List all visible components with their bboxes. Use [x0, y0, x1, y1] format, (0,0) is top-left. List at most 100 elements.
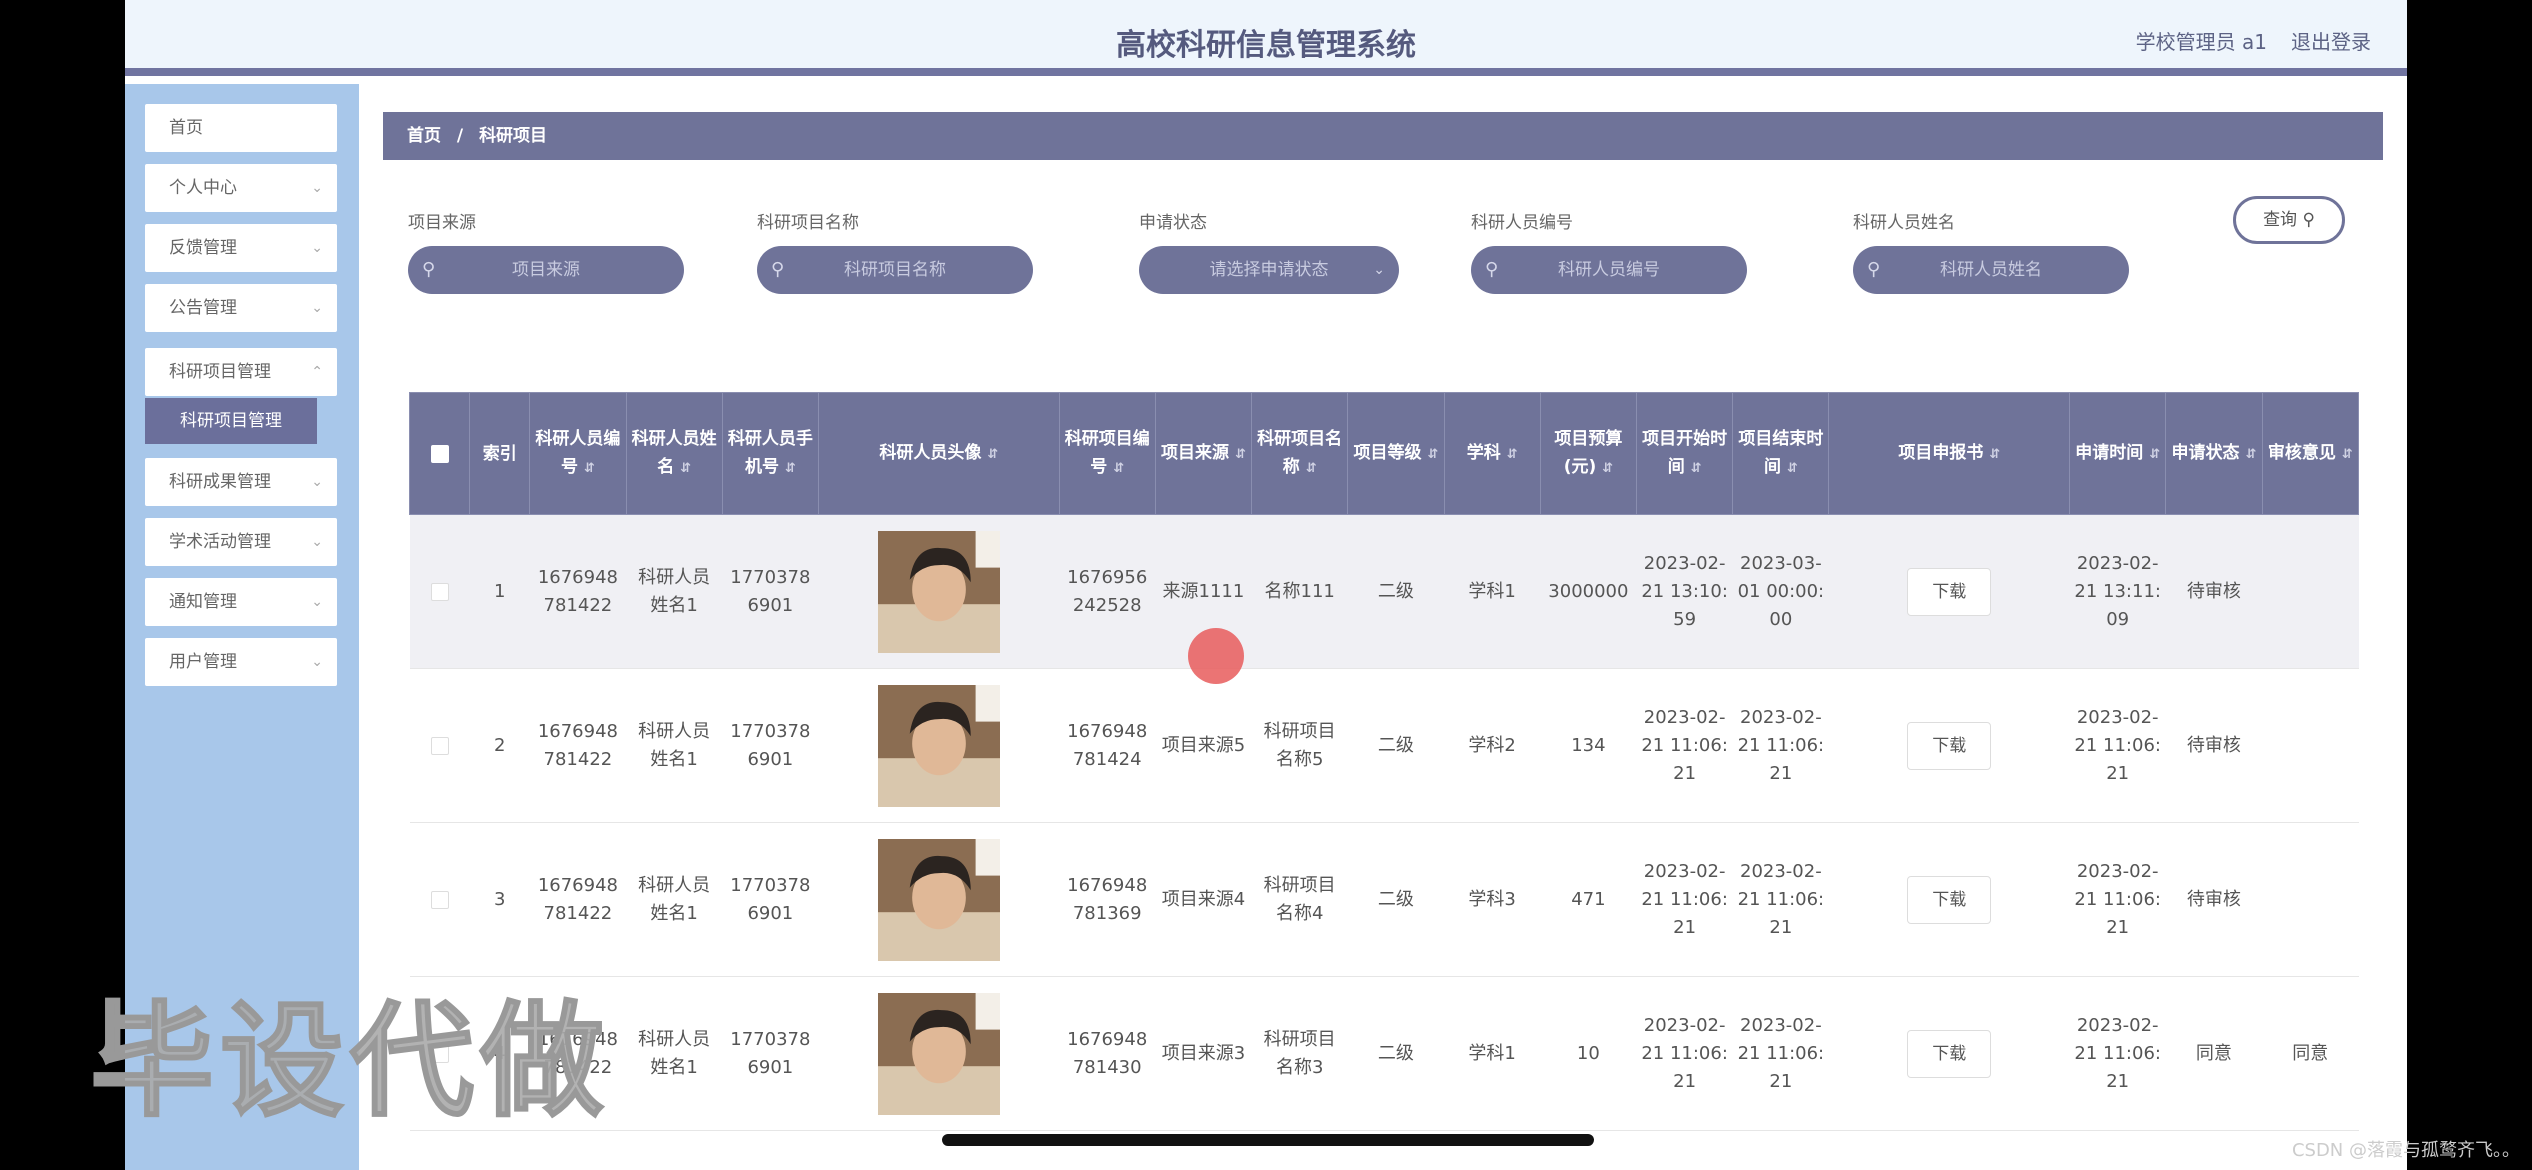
breadcrumb-current: 科研项目 [479, 126, 548, 146]
sidebar-item-users[interactable]: 用户管理 ⌄ [145, 638, 337, 686]
row-select-cell[interactable] [409, 514, 470, 669]
download-button[interactable]: 下载 [1907, 567, 1992, 616]
column-header[interactable]: 申请状态 ⇵ [2165, 392, 2263, 515]
sidebar-item-notifications[interactable]: 通知管理 ⌄ [145, 578, 337, 626]
breadcrumb: 首页 / 科研项目 [383, 112, 2383, 160]
column-header[interactable]: 项目来源 ⇵ [1154, 392, 1253, 515]
status-select[interactable]: 请选择申请状态 ⌄ [1139, 246, 1399, 294]
cell-proj-no: 1676948781369 [1059, 822, 1156, 977]
cell-proj-no: 1676956242528 [1059, 514, 1156, 669]
cell-phone: 17703786901 [722, 976, 819, 1131]
table-row[interactable]: 1 1676948781422 科研人员姓名1 17703786901 16769562… [409, 514, 2359, 669]
avatar-cell [818, 668, 1060, 823]
search-icon: ⚲ [422, 259, 436, 280]
sort-icon[interactable]: ⇵ [1507, 447, 1518, 462]
column-header[interactable]: 科研项目编号 ⇵ [1058, 392, 1156, 515]
sidebar-item-activities[interactable]: 学术活动管理 ⌄ [145, 518, 337, 566]
table-row[interactable]: 4 1676948781422 科研人员姓名1 17703786901 16769487… [409, 976, 2359, 1131]
status-label: 申请状态 [1139, 213, 1207, 233]
staff-no-input[interactable]: ⚲ 科研人员编号 [1471, 246, 1747, 294]
table-row[interactable]: 2 1676948781422 科研人员姓名1 17703786901 16769487… [409, 668, 2359, 823]
header-label: 项目等级 [1353, 442, 1422, 463]
sort-icon[interactable]: ⇵ [1306, 461, 1317, 476]
column-header[interactable]: 学科 ⇵ [1443, 392, 1541, 515]
sort-icon[interactable]: ⇵ [584, 461, 595, 476]
column-header: 索引 [469, 392, 531, 515]
sidebar-item-notice[interactable]: 公告管理 ⌄ [145, 284, 337, 332]
sidebar-item-personal[interactable]: 个人中心 ⌄ [145, 164, 337, 212]
row-checkbox[interactable] [430, 582, 449, 601]
sort-icon[interactable]: ⇵ [1787, 461, 1798, 476]
column-header[interactable]: 科研人员头像 ⇵ [817, 392, 1060, 515]
chevron-up-icon: ⌃ [311, 364, 323, 380]
sidebar-item-label: 反馈管理 [169, 238, 237, 258]
sort-icon[interactable]: ⇵ [1602, 461, 1613, 476]
download-button[interactable]: 下载 [1907, 721, 1992, 770]
column-header[interactable]: 科研人员姓名 ⇵ [625, 392, 723, 515]
column-header[interactable]: 项目开始时间 ⇵ [1635, 392, 1734, 515]
select-all-cell[interactable] [408, 392, 471, 515]
sidebar-item-label: 首页 [169, 118, 203, 138]
sort-icon[interactable]: ⇵ [785, 461, 796, 476]
source-input[interactable]: ⚲ 项目来源 [408, 246, 684, 294]
sort-icon[interactable]: ⇵ [2245, 447, 2256, 462]
select-all-checkbox[interactable] [430, 444, 449, 463]
cell-end: 2023-02-21 11:06:21 [1732, 976, 1829, 1131]
project-name-placeholder: 科研项目名称 [844, 260, 946, 280]
cell-source: 项目来源3 [1155, 976, 1252, 1131]
column-header[interactable]: 项目结束时间 ⇵ [1732, 392, 1830, 515]
header-label: 科研人员头像 [879, 442, 982, 463]
column-header[interactable]: 科研人员手机号 ⇵ [721, 392, 819, 515]
sidebar-item-feedback[interactable]: 反馈管理 ⌄ [145, 224, 337, 272]
cell-opinion [2262, 822, 2359, 977]
download-cell: 下载 [1828, 668, 2070, 823]
table-row[interactable]: 3 1676948781422 科研人员姓名1 17703786901 16769487… [409, 822, 2359, 977]
header-label: 科研人员编号 [535, 428, 621, 477]
download-button[interactable]: 下载 [1907, 875, 1992, 924]
column-header[interactable]: 项目申报书 ⇵ [1828, 392, 2071, 515]
sidebar-item-achievements[interactable]: 科研成果管理 ⌄ [145, 458, 337, 506]
column-header[interactable]: 科研人员编号 ⇵ [529, 392, 627, 515]
column-header[interactable]: 申请时间 ⇵ [2069, 392, 2167, 515]
sort-icon[interactable]: ⇵ [1427, 447, 1438, 462]
sort-icon[interactable]: ⇵ [1113, 461, 1124, 476]
cell-phone: 17703786901 [722, 668, 819, 823]
submenu-item-projects[interactable]: 科研项目管理 [145, 398, 317, 444]
row-checkbox[interactable] [430, 890, 449, 909]
logout-link[interactable]: 退出登录 [2291, 26, 2371, 55]
sort-icon[interactable]: ⇵ [1691, 461, 1702, 476]
project-name-input[interactable]: ⚲ 科研项目名称 [757, 246, 1033, 294]
cell-staff-name: 科研人员姓名1 [626, 514, 723, 669]
cell-level: 二级 [1347, 976, 1445, 1131]
cell-level: 二级 [1347, 514, 1445, 669]
cell-end: 2023-02-21 11:06:21 [1732, 668, 1829, 823]
breadcrumb-home[interactable]: 首页 [407, 126, 441, 146]
row-checkbox[interactable] [430, 736, 449, 755]
sort-icon[interactable]: ⇵ [1989, 447, 2000, 462]
download-button[interactable]: 下载 [1907, 1029, 1992, 1078]
sort-icon[interactable]: ⇵ [680, 461, 691, 476]
header-label: 项目开始时间 [1642, 428, 1728, 477]
download-cell: 下载 [1828, 514, 2070, 669]
sort-icon[interactable]: ⇵ [2342, 447, 2353, 462]
row-select-cell[interactable] [409, 668, 470, 823]
staff-name-input[interactable]: ⚲ 科研人员姓名 [1853, 246, 2129, 294]
sort-icon[interactable]: ⇵ [1235, 447, 1246, 462]
sidebar-item-projects[interactable]: 科研项目管理 ⌃ [145, 348, 337, 396]
column-header[interactable]: 审核意见 ⇵ [2261, 392, 2360, 515]
chevron-down-icon: ⌄ [311, 534, 323, 550]
sidebar-item-label: 用户管理 [169, 652, 237, 672]
query-button[interactable]: 查询 ⚲ [2233, 196, 2345, 244]
cell-start: 2023-02-21 11:06:21 [1636, 976, 1733, 1131]
sort-icon[interactable]: ⇵ [987, 447, 998, 462]
sidebar-item-home[interactable]: 首页 [145, 104, 337, 152]
status-placeholder: 请选择申请状态 [1209, 260, 1329, 280]
sidebar-item-label: 科研成果管理 [169, 472, 271, 492]
column-header[interactable]: 项目等级 ⇵ [1347, 392, 1445, 515]
query-label: 查询 [2263, 210, 2298, 230]
sort-icon[interactable]: ⇵ [2149, 447, 2160, 462]
column-header[interactable]: 项目预算(元) ⇵ [1539, 392, 1638, 515]
header-label: 申请状态 [2171, 442, 2240, 463]
row-select-cell[interactable] [409, 822, 470, 977]
column-header[interactable]: 科研项目名称 ⇵ [1251, 392, 1349, 515]
